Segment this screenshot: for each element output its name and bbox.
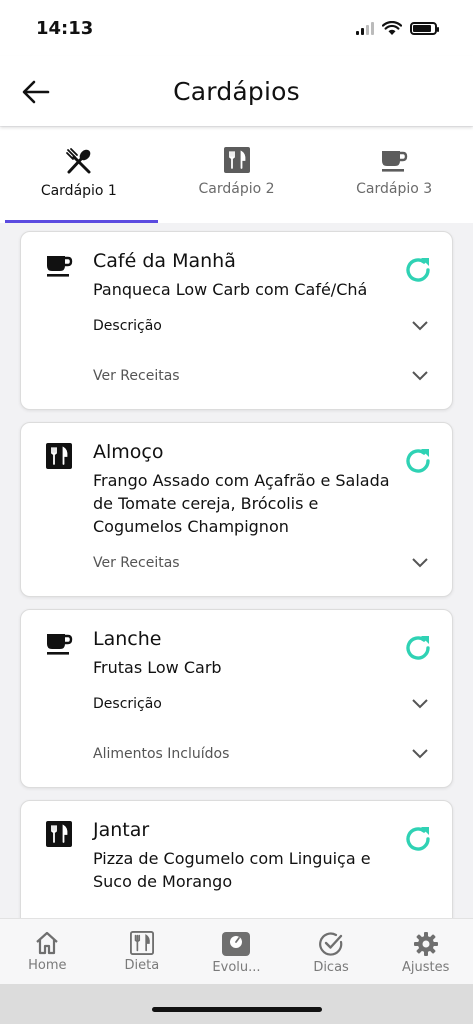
- home-icon: [36, 931, 59, 955]
- home-indicator[interactable]: [151, 1006, 322, 1012]
- chevron-down-icon: [412, 558, 428, 568]
- refresh-icon[interactable]: [402, 254, 434, 286]
- wifi-icon: [382, 20, 402, 35]
- expander-descricao[interactable]: Descrição: [39, 301, 434, 351]
- coffee-cup-icon: [382, 151, 408, 172]
- chevron-down-icon: [412, 749, 428, 759]
- status-bar: 14:13: [0, 0, 473, 56]
- meal-description: Pizza de Cogumelo com Linguiça e Suco de…: [93, 849, 371, 891]
- nav-label: Dieta: [124, 958, 160, 973]
- menu-tabs: Cardápio 1 Cardápio 2 Cardápio 3: [0, 127, 473, 223]
- app-bar: Cardápios: [0, 56, 473, 126]
- home-indicator-area: [0, 984, 473, 1024]
- status-icons: [356, 20, 439, 36]
- meal-title: Almoço: [93, 441, 164, 463]
- meal-card-snack: Lanche Frutas Low Carb Descrição Aliment…: [20, 609, 453, 788]
- fork-knife-box-icon: [46, 821, 72, 847]
- coffee-cup-icon: [47, 634, 73, 655]
- meal-description: Frango Assado com Açafrão e Salada de To…: [93, 471, 390, 536]
- chevron-down-icon: [412, 699, 428, 709]
- chevron-down-icon: [412, 371, 428, 381]
- nav-label: Dicas: [313, 960, 349, 975]
- utensils-crossed-icon: [65, 148, 91, 174]
- meal-card-lunch: Almoço Frango Assado com Açafrão e Salad…: [20, 422, 453, 597]
- expander-descricao[interactable]: Descrição: [39, 679, 434, 729]
- coffee-cup-icon: [47, 256, 73, 277]
- nav-label: Home: [28, 958, 67, 973]
- back-button[interactable]: [18, 74, 54, 110]
- expander-label: Alimentos Incluídos: [93, 746, 230, 762]
- meal-title: Jantar: [93, 819, 150, 841]
- tab-label: Cardápio 3: [356, 181, 433, 197]
- expander-ver-receitas[interactable]: Ver Receitas: [39, 538, 434, 588]
- status-time: 14:13: [36, 17, 94, 39]
- refresh-icon[interactable]: [402, 823, 434, 855]
- nav-ajustes[interactable]: Ajustes: [378, 919, 473, 984]
- expander-label: Descrição: [93, 696, 162, 712]
- fork-knife-box-icon: [129, 931, 154, 955]
- chevron-down-icon: [412, 321, 428, 331]
- nav-dicas[interactable]: Dicas: [284, 919, 379, 984]
- signal-icon: [356, 21, 374, 35]
- page-title: Cardápios: [173, 76, 300, 106]
- tab-cardapio-3[interactable]: Cardápio 3: [315, 127, 473, 223]
- nav-home[interactable]: Home: [0, 919, 95, 984]
- scale-icon: [222, 932, 251, 956]
- nav-label: Evolu...: [212, 960, 261, 975]
- nav-label: Ajustes: [401, 960, 450, 975]
- check-circle-icon: [319, 932, 343, 956]
- tab-label: Cardápio 2: [198, 181, 275, 197]
- arrow-left-icon: [22, 80, 50, 104]
- meal-description: Panqueca Low Carb com Café/Chá: [93, 280, 368, 299]
- refresh-icon[interactable]: [402, 632, 434, 664]
- tab-cardapio-1[interactable]: Cardápio 1: [0, 127, 158, 223]
- expander-label: Ver Receitas: [93, 555, 180, 571]
- tab-cardapio-2[interactable]: Cardápio 2: [158, 127, 316, 223]
- gear-icon: [413, 932, 438, 956]
- nav-dieta[interactable]: Dieta: [95, 919, 190, 984]
- meal-list: Café da Manhã Panqueca Low Carb com Café…: [0, 223, 473, 918]
- meal-card-dinner: Jantar Pizza de Cogumelo com Linguiça e …: [20, 800, 453, 918]
- meal-description: Frutas Low Carb: [93, 658, 222, 677]
- expander-label: Ver Receitas: [93, 368, 180, 384]
- meal-title: Lanche: [93, 628, 162, 650]
- expander-alimentos-incluidos[interactable]: Alimentos Incluídos: [39, 729, 434, 779]
- meal-title: Café da Manhã: [93, 250, 236, 272]
- bottom-nav: Home Dieta Evolu... Dicas Ajustes: [0, 918, 473, 984]
- tab-label: Cardápio 1: [40, 183, 117, 199]
- refresh-icon[interactable]: [402, 445, 434, 477]
- fork-knife-box-icon: [223, 147, 250, 173]
- expander-label: Descrição: [93, 318, 162, 334]
- nav-evolucao[interactable]: Evolu...: [189, 919, 284, 984]
- expander-ver-receitas[interactable]: Ver Receitas: [39, 351, 434, 401]
- meal-card-breakfast: Café da Manhã Panqueca Low Carb com Café…: [20, 231, 453, 410]
- battery-icon: [410, 21, 439, 35]
- fork-knife-box-icon: [46, 443, 72, 469]
